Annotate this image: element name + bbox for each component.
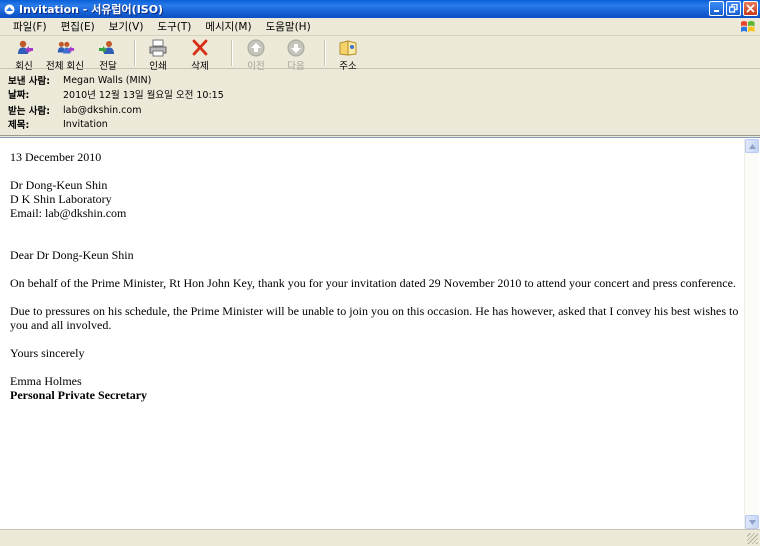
close-button[interactable] xyxy=(743,1,758,16)
closing: Yours sincerely xyxy=(10,346,85,360)
to-value[interactable]: lab@dkshin.com xyxy=(63,105,141,116)
addressee-organization: D K Shin Laboratory xyxy=(10,192,112,206)
scroll-down-button[interactable] xyxy=(745,515,759,529)
message-body[interactable]: 13 December 2010 Dr Dong-Keun Shin D K S… xyxy=(0,137,760,529)
menu-edit[interactable]: 편집(E) xyxy=(54,19,102,34)
date-value: 2010년 12월 13일 월요일 오전 10:15 xyxy=(63,90,224,101)
from-label: 보낸 사람: xyxy=(8,76,51,87)
reply-icon xyxy=(14,39,34,57)
from-row: 보낸 사람: Megan Walls (MIN) xyxy=(8,73,151,88)
vertical-scrollbar[interactable] xyxy=(744,139,759,529)
menu-tools[interactable]: 도구(T) xyxy=(150,19,198,34)
down-arrow-icon xyxy=(286,39,306,57)
signature-name: Emma Holmes xyxy=(10,374,82,388)
menu-message[interactable]: 메시지(M) xyxy=(198,19,258,34)
letter-content: 13 December 2010 Dr Dong-Keun Shin D K S… xyxy=(10,150,740,402)
menu-bar: 파일(F) 편집(E) 보기(V) 도구(T) 메시지(M) 도움말(H) xyxy=(0,18,760,36)
title-bar[interactable]: Invitation - 서유럽어(ISO) xyxy=(0,0,760,18)
menu-file[interactable]: 파일(F) xyxy=(6,19,54,34)
minimize-button[interactable] xyxy=(709,1,724,16)
toolbar: 회신 전체 회신 전달 인쇄 삭제 이전 다음 주소 xyxy=(0,37,760,72)
paragraph-2: Due to pressures on his schedule, the Pr… xyxy=(10,304,739,332)
next-button[interactable]: 다음 xyxy=(274,37,318,72)
scroll-up-button[interactable] xyxy=(745,139,759,153)
subject-row: 제목: Invitation xyxy=(8,117,108,132)
up-arrow-icon xyxy=(246,39,266,57)
paragraph-1: On behalf of the Prime Minister, Rt Hon … xyxy=(10,276,736,290)
to-row: 받는 사람: lab@dkshin.com xyxy=(8,103,141,118)
addresses-button[interactable]: 주소 xyxy=(331,37,365,72)
letter-date: 13 December 2010 xyxy=(10,150,102,164)
delete-x-icon xyxy=(190,39,210,57)
message-header: 보낸 사람: Megan Walls (MIN) 날짜: 2010년 12월 1… xyxy=(0,70,760,136)
reply-all-button[interactable]: 전체 회신 xyxy=(42,37,88,72)
menu-view[interactable]: 보기(V) xyxy=(102,19,151,34)
menu-help[interactable]: 도움말(H) xyxy=(259,19,318,34)
from-value[interactable]: Megan Walls (MIN) xyxy=(63,75,151,86)
signature-title: Personal Private Secretary xyxy=(10,388,148,402)
window-title: Invitation - 서유럽어(ISO) xyxy=(19,3,164,16)
printer-icon xyxy=(148,39,168,57)
windows-logo-icon xyxy=(740,19,756,35)
date-label: 날짜: xyxy=(8,90,30,101)
previous-button[interactable]: 이전 xyxy=(238,37,274,72)
print-button[interactable]: 인쇄 xyxy=(141,37,175,72)
salutation: Dear Dr Dong-Keun Shin xyxy=(10,248,134,262)
forward-icon xyxy=(98,39,118,57)
subject-label: 제목: xyxy=(8,120,30,131)
forward-button[interactable]: 전달 xyxy=(88,37,128,72)
reply-all-icon xyxy=(55,39,75,57)
subject-value: Invitation xyxy=(63,118,108,130)
to-label: 받는 사람: xyxy=(8,106,51,117)
addressee-name: Dr Dong-Keun Shin xyxy=(10,178,108,192)
toolbar-separator xyxy=(324,40,325,66)
maximize-button[interactable] xyxy=(726,1,741,16)
toolbar-separator xyxy=(231,40,232,66)
reply-button[interactable]: 회신 xyxy=(6,37,42,72)
addressee-email: Email: lab@dkshin.com xyxy=(10,206,127,220)
envelope-icon xyxy=(3,3,15,15)
date-row: 날짜: 2010년 12월 13일 월요일 오전 10:15 xyxy=(8,87,224,101)
toolbar-separator xyxy=(134,40,135,66)
address-book-icon xyxy=(338,39,358,57)
resize-grip-icon[interactable] xyxy=(747,533,758,544)
status-bar xyxy=(0,529,760,546)
delete-button[interactable]: 삭제 xyxy=(175,37,225,72)
